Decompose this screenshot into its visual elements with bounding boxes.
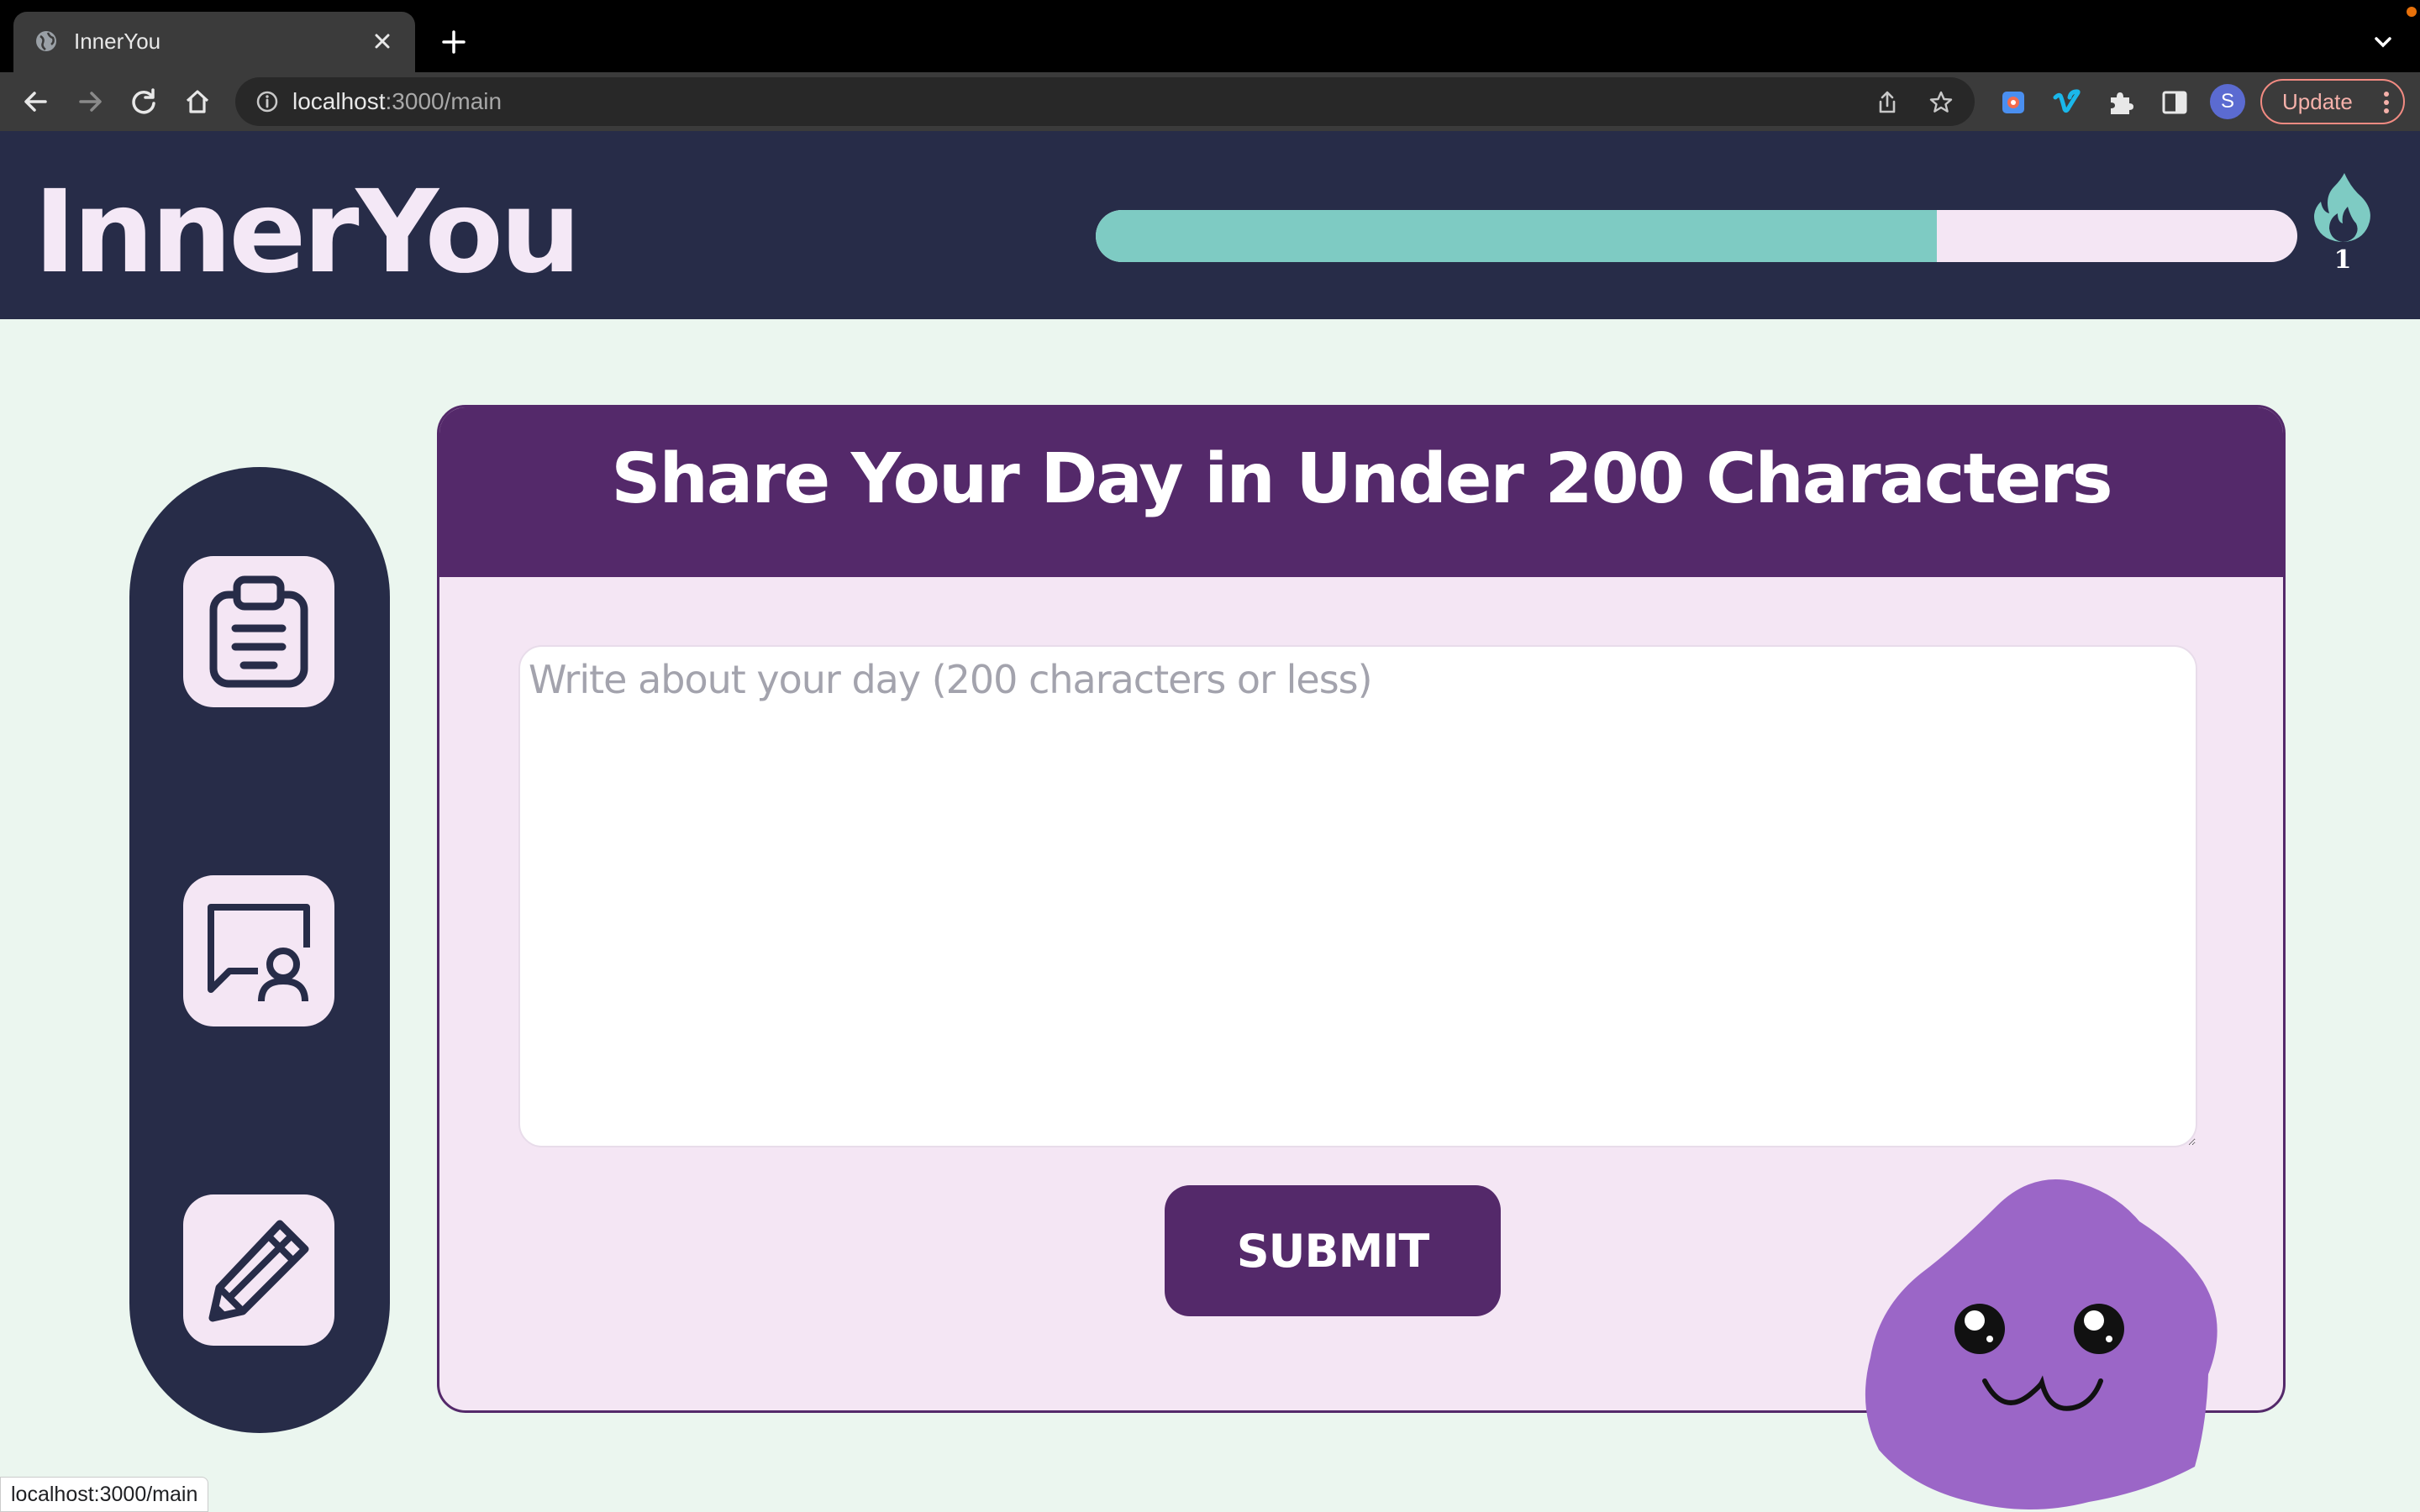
link-status-bubble: localhost:3000/main — [0, 1477, 209, 1512]
home-icon[interactable] — [180, 84, 215, 119]
globe-icon — [36, 31, 56, 51]
mascot-right-eye — [2074, 1304, 2124, 1354]
share-icon[interactable] — [1874, 89, 1901, 116]
extension-camera-icon[interactable] — [1998, 87, 2028, 118]
pencil-icon — [208, 1220, 309, 1322]
blob-mascot — [1865, 1179, 2217, 1509]
url-host: localhost — [292, 88, 386, 114]
clipboard-icon — [209, 575, 308, 688]
nav-item-chat[interactable] — [183, 875, 334, 1026]
forward-arrow-icon[interactable] — [72, 84, 108, 119]
card-title: Share Your Day in Under 200 Characters — [611, 439, 2112, 519]
puzzle-piece-icon[interactable] — [2106, 87, 2136, 118]
daily-progress-bar — [1096, 210, 2297, 262]
nav-item-journal-list[interactable] — [183, 556, 334, 707]
card-header: Share Your Day in Under 200 Characters — [439, 407, 2283, 577]
update-button[interactable]: Update — [2260, 79, 2405, 124]
nav-item-write[interactable] — [183, 1194, 334, 1346]
day-entry-textarea[interactable] — [518, 645, 2197, 1147]
info-icon[interactable] — [255, 90, 279, 113]
chevron-down-icon[interactable] — [2370, 29, 2396, 55]
update-label: Update — [2282, 88, 2353, 114]
side-panel-icon[interactable] — [2160, 87, 2190, 118]
url-path: :3000/main — [385, 88, 502, 114]
submit-button[interactable]: SUBMIT — [1165, 1185, 1501, 1316]
bookmark-star-icon[interactable] — [1928, 89, 1954, 116]
streak-flame-icon — [2314, 173, 2370, 242]
close-icon[interactable] — [368, 27, 397, 55]
reload-icon[interactable] — [126, 84, 161, 119]
browser-toolbar: localhost:3000/main S Update — [0, 72, 2420, 131]
update-dot — [2407, 7, 2417, 17]
chat-user-icon — [208, 904, 310, 1001]
profile-avatar[interactable]: S — [2210, 84, 2245, 119]
new-tab-plus-icon[interactable] — [437, 25, 471, 59]
browser-tab[interactable]: InnerYou — [13, 12, 415, 72]
side-nav — [129, 467, 390, 1433]
app-logo[interactable]: InnerYou — [34, 166, 581, 299]
more-vert-icon — [2384, 92, 2389, 113]
mascot-body — [1865, 1179, 2217, 1509]
url-text: localhost:3000/main — [292, 88, 502, 115]
tab-title: InnerYou — [74, 29, 161, 54]
progress-fill — [1096, 210, 1937, 262]
browser-tab-strip: InnerYou — [0, 0, 2420, 72]
app-header: InnerYou 1 — [0, 131, 2420, 319]
back-arrow-icon[interactable] — [18, 84, 54, 119]
mascot-left-eye — [1954, 1304, 2005, 1354]
vimeo-icon[interactable] — [2052, 87, 2082, 118]
streak-count: 1 — [2333, 245, 2352, 275]
address-bar[interactable]: localhost:3000/main — [235, 77, 1975, 126]
